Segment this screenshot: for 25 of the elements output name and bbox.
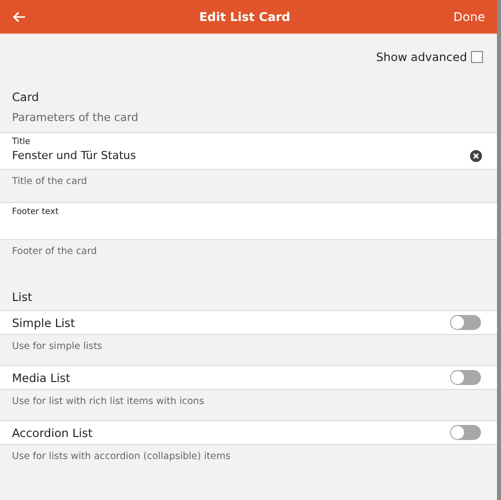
input-field[interactable]: Title Fenster und Tür Status bbox=[0, 132, 497, 170]
field-hint: Footer of the card bbox=[11, 245, 98, 259]
toggle-switch[interactable] bbox=[450, 315, 481, 330]
section-description: Parameters of the card bbox=[11, 111, 140, 126]
toggle-label: Simple List bbox=[12, 316, 76, 330]
toggle-hint: Use for lists with accordion (collapsible) items bbox=[11, 450, 232, 464]
toggle-switch[interactable] bbox=[450, 370, 481, 385]
show-advanced-checkbox[interactable] bbox=[471, 51, 483, 63]
field-hint: Title of the card bbox=[11, 175, 88, 189]
page-title: Edit List Card bbox=[199, 10, 290, 24]
toggle-label: Media List bbox=[12, 370, 70, 384]
section-heading: Card bbox=[11, 90, 40, 106]
show-advanced-label: Show advanced bbox=[376, 50, 467, 64]
input-field[interactable]: Footer text bbox=[0, 202, 497, 240]
toggle-hint: Use for simple lists bbox=[11, 340, 104, 354]
field-label: Title bbox=[12, 137, 32, 148]
field-label: Footer text bbox=[12, 207, 60, 218]
done-button[interactable]: Done bbox=[453, 10, 485, 24]
toggle-hint: Use for list with rich list items with icons bbox=[11, 395, 206, 409]
toggle-label: Accordion List bbox=[12, 426, 92, 440]
clear-icon[interactable] bbox=[470, 150, 482, 162]
section-heading: List bbox=[11, 290, 34, 306]
back-arrow-icon[interactable] bbox=[12, 10, 26, 22]
field-value: Fenster und Tür Status bbox=[12, 149, 136, 162]
toggle-switch[interactable] bbox=[450, 425, 481, 440]
